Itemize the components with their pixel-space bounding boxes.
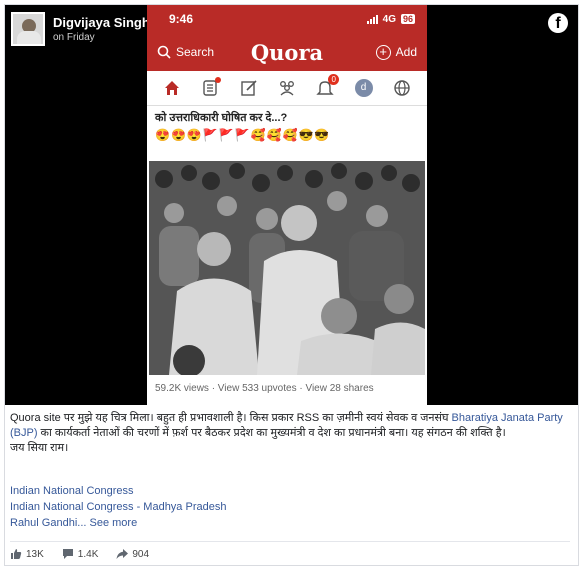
signal-icon [366,14,378,24]
spaces-icon [276,77,298,99]
share-icon [116,549,129,559]
quora-search-button: Search [157,45,214,59]
reaction-count: 13K [26,548,44,560]
search-icon [157,45,171,59]
caption-text-1: Quora site पर मुझे यह चित्र मिला। बहुत ह… [10,412,452,424]
post-engagement: 13K 1.4K 904 [10,541,570,560]
profile-avatar-icon: d [353,77,375,99]
answer-icon [238,77,260,99]
quora-stats: 59.2K views · View 533 upvotes · View 28… [155,383,374,394]
notification-badge: 0 [328,74,340,85]
caption-text-2: का कार्यकर्ता नेताओं की चरणों में फ़र्श … [37,427,506,439]
phone-status-bar: 9:46 4G 96 [147,5,427,33]
tag-link-2[interactable]: Indian National Congress - Madhya Prades… [10,499,226,515]
quora-nav: 0 d [147,71,427,106]
add-label: Add [395,45,417,59]
quora-header: Search Quora + Add [147,33,427,71]
network-type: 4G [382,13,396,25]
post-tags: Indian National Congress Indian National… [10,483,226,531]
notifications-icon: 0 [314,74,340,99]
facebook-logo-icon: f [548,13,568,33]
see-more-link[interactable]: See more [90,517,138,529]
comments[interactable]: 1.4K [62,548,99,560]
post-caption: Quora site पर मुझे यह चित्र मिला। बहुत ह… [10,411,570,456]
quora-screenshot: 9:46 4G 96 Search Quora + Add 0 d को उत्… [147,5,427,405]
share-count: 904 [132,548,150,560]
status-time: 9:46 [169,12,194,26]
post-media[interactable]: Digvijaya Singh on Friday f 9:46 4G 96 S… [5,5,578,405]
globe-icon [391,77,413,99]
post-author: Digvijaya Singh on Friday [11,12,166,46]
quora-add-button: + Add [375,44,417,60]
author-avatar[interactable] [11,12,45,46]
comment-count: 1.4K [77,548,99,560]
quora-emoji-line: 😍😍😍🚩🚩🚩🥰🥰🥰😎😎 [155,128,331,142]
following-icon [199,77,222,99]
battery-icon: 96 [400,14,415,24]
facebook-post: Digvijaya Singh on Friday f 9:46 4G 96 S… [4,4,579,566]
tag-link-3[interactable]: Rahul Gandhi... [10,517,86,529]
tag-link-1[interactable]: Indian National Congress [10,483,226,499]
comment-icon [62,549,73,559]
quora-post-text: को उत्तराधिकारी घोषित कर दे...? [155,112,288,124]
caption-text-3: जय सिया राम। [10,442,69,454]
author-name[interactable]: Digvijaya Singh [53,15,150,30]
shares[interactable]: 904 [116,548,149,560]
reactions[interactable]: 13K [10,548,44,560]
home-icon [161,77,183,99]
like-icon [11,549,22,559]
search-label: Search [176,45,215,59]
photo-illustration [149,161,425,375]
historical-photo [149,161,425,375]
plus-icon: + [375,44,391,60]
